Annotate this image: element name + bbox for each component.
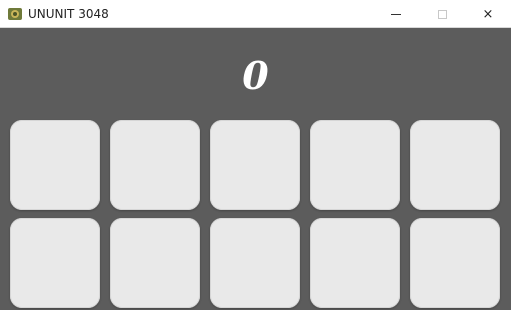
tile[interactable] [110,218,200,308]
tile[interactable] [10,120,100,210]
game-window: UNUNIT 3048 × 0 [0,0,511,310]
tile[interactable] [210,218,300,308]
tile[interactable] [210,120,300,210]
tile[interactable] [10,218,100,308]
tile[interactable] [310,120,400,210]
tile[interactable] [110,120,200,210]
tile[interactable] [410,218,500,308]
tile-grid [0,0,511,310]
tile[interactable] [310,218,400,308]
tile[interactable] [410,120,500,210]
